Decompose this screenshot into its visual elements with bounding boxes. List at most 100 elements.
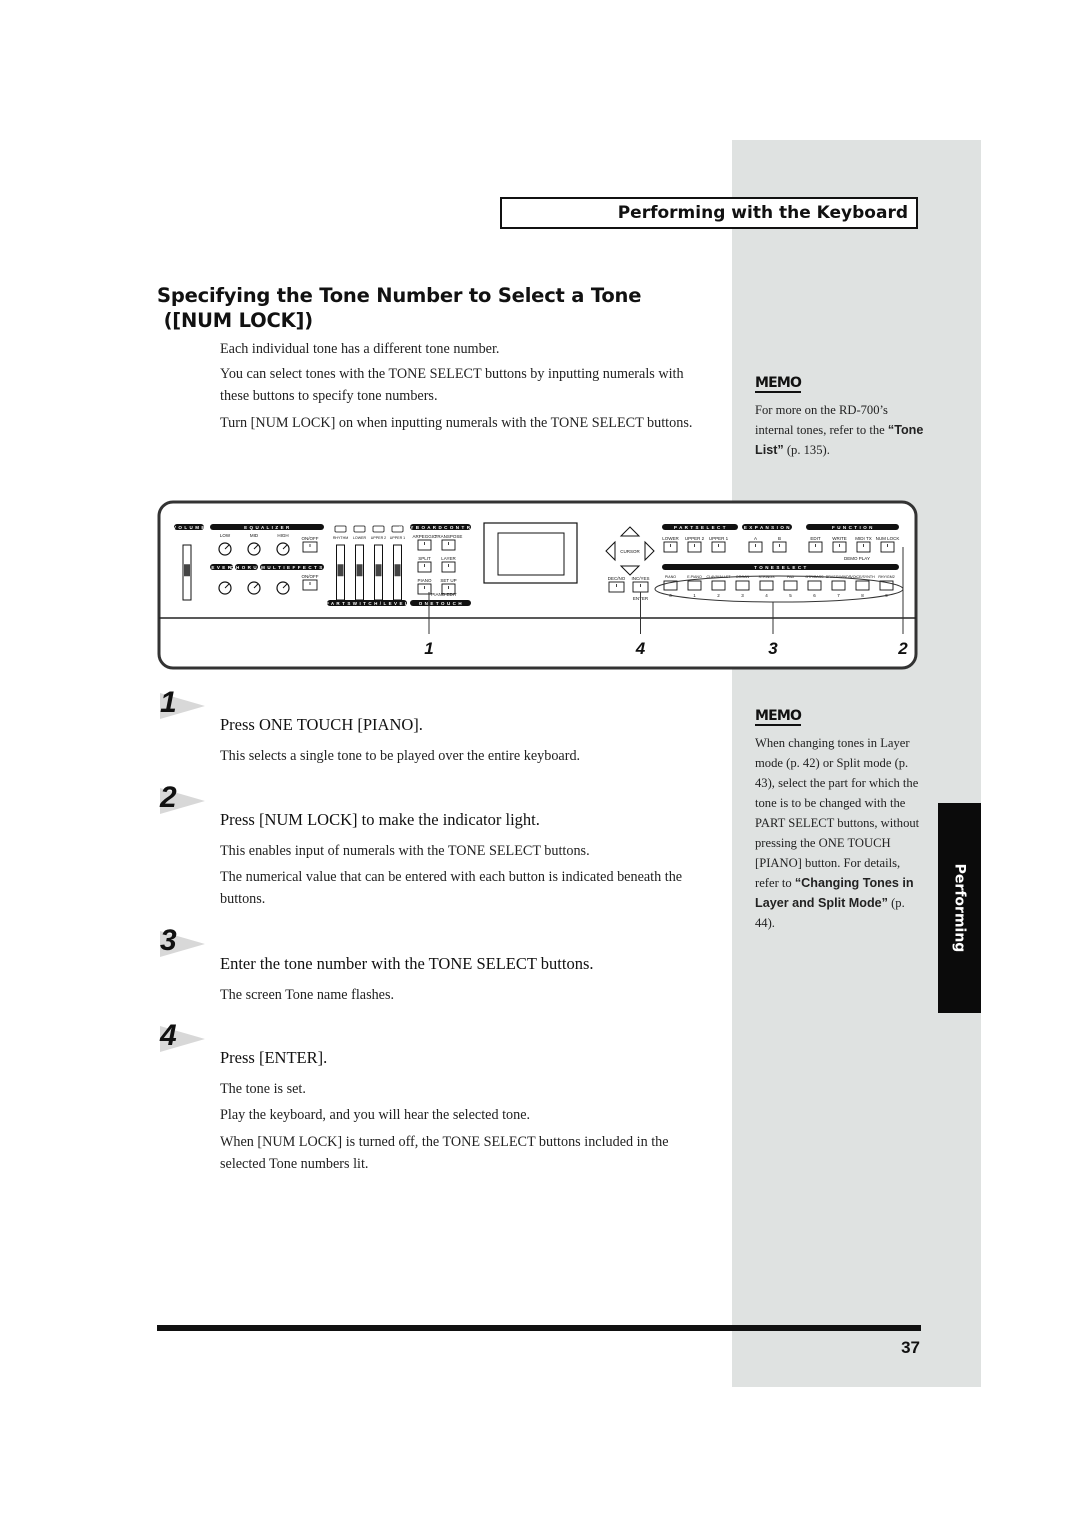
step-4-body-1: The tone is set. <box>220 1081 306 1097</box>
keyboard-control-header-label: K E Y B O A R D C O N T R O L <box>399 525 481 530</box>
part-level-slider-1-cap <box>356 564 363 577</box>
eq-knob-label-mid: MID <box>250 533 259 538</box>
part-select-button-1-label: UPPER 2 <box>685 536 705 541</box>
tone-select-button-5 <box>783 580 798 591</box>
part-switch-label-0: RHYTHM <box>333 536 348 540</box>
step-1-body: This selects a single tone to be played … <box>220 748 581 764</box>
part-level-slider-2-cap <box>375 564 382 577</box>
page-number: 37 <box>901 1338 920 1357</box>
kc-button-arpeggio-label: ARPEGGIO <box>412 534 437 539</box>
page-title-line2: ([NUM LOCK]) <box>163 309 314 332</box>
part-switch-level-header-label: P A R T S W I T C H / L E V E L <box>326 601 409 606</box>
cursor-label: CURSOR <box>620 549 640 554</box>
kc-button-split-label: SPLIT <box>418 556 431 561</box>
tone-select-button-2 <box>711 580 726 591</box>
expansion-button-a-label: A <box>754 536 757 541</box>
step-1-number: 1 <box>160 686 177 719</box>
step-2-number: 2 <box>160 781 177 814</box>
intro-paragraph-2: You can select tones with the TONE SELEC… <box>220 366 684 404</box>
step-2-body-1: This enables input of numerals with the … <box>220 843 590 859</box>
eq-on-off-button-label: ON/OFF <box>302 536 319 541</box>
piano-edit-label: PIANO EDIT <box>431 592 457 597</box>
step-2-body-2: The numerical value that can be entered … <box>220 869 683 907</box>
memo-icon: MEMO <box>755 375 802 393</box>
step-2-heading: Press [NUM LOCK] to make the indicator l… <box>220 810 540 829</box>
part-switch-label-3: UPPER 1 <box>390 536 405 540</box>
part-switch-0 <box>334 525 347 533</box>
function-button-write-label: WRITE <box>832 536 847 541</box>
memo-2-text: When changing tones in Layer mode (p. 42… <box>755 733 920 933</box>
step-4-body-3: When [NUM LOCK] is turned off, the TONE … <box>220 1134 669 1172</box>
memo-label: MEMO <box>755 708 802 726</box>
expansion-button-b-label: B <box>778 536 781 541</box>
equalizer-header-label: E Q U A L I Z E R <box>244 525 290 530</box>
effect-header-1-label: C H O R U S <box>230 565 262 570</box>
one-touch-header-label: O N E T O U C H <box>419 601 463 606</box>
function-button-midi-tx-label: MIDI TX <box>855 536 871 541</box>
tone-select-button-8 <box>855 580 870 591</box>
step-3-heading: Enter the tone number with the TONE SELE… <box>220 954 594 973</box>
part-switch-1 <box>353 525 366 533</box>
step-4-number: 4 <box>160 1019 177 1052</box>
part-level-slider-0-cap <box>337 564 344 577</box>
tone-select-button-3 <box>735 580 750 591</box>
page-title-line1: Specifying the Tone Number to Select a T… <box>157 284 642 307</box>
footer-rule <box>157 1325 921 1331</box>
page-title: Specifying the Tone Number to Select a T… <box>157 283 641 333</box>
step-1-heading: Press ONE TOUCH [PIANO]. <box>220 715 423 734</box>
callout-number-4: 4 <box>635 639 646 658</box>
kc-button-set-up-label: SET UP <box>440 578 456 583</box>
callout-number-3: 3 <box>768 639 778 658</box>
memo-1-text: For more on the RD-700’s internal tones,… <box>755 400 925 460</box>
memo-label: MEMO <box>755 375 802 393</box>
lcd-display-screen <box>497 532 565 576</box>
kc-button-piano-label: PIANO <box>417 578 432 583</box>
tone-select-button-7 <box>831 580 846 591</box>
memo-icon: MEMO <box>755 708 802 726</box>
memo-1-page-ref: (p. 135). <box>783 443 830 457</box>
part-select-button-2-label: UPPER 1 <box>709 536 729 541</box>
section-header: Performing with the Keyboard <box>500 197 918 229</box>
part-level-slider-3-cap <box>394 564 401 577</box>
tone-button-label-9: RHY/GM2 <box>878 575 894 579</box>
step-4-heading: Press [ENTER]. <box>220 1048 328 1067</box>
tone-select-button-1 <box>687 580 702 591</box>
part-select-button-0-label: LOWER <box>662 536 679 541</box>
memo-2-body: When changing tones in Layer mode (p. 42… <box>755 736 920 890</box>
effect-header-2-label: M U L T I E F F E C T S <box>261 565 323 570</box>
function-button-num-lock-label: NUM LOCK <box>876 536 900 541</box>
part-switch-label-1: LOWER <box>353 536 367 540</box>
tone-button-label-0: PIANO <box>665 575 676 579</box>
part-switch-label-2: UPPER 2 <box>371 536 386 540</box>
tone-select-header-label: T O N E S E L E C T <box>754 565 807 570</box>
callout-number-1: 1 <box>424 639 433 658</box>
volume-header-label: V O L U M E <box>173 525 205 530</box>
memo-1-body: For more on the RD-700’s internal tones,… <box>755 403 888 437</box>
dec-no-button-label: DEC/NO <box>608 576 626 581</box>
volume-slider-cap <box>184 564 190 577</box>
eq-knob-label-low: LOW <box>220 533 231 538</box>
function-button-edit-label: EDIT <box>810 536 821 541</box>
inc-yes-button-label: INC/YES <box>631 576 649 581</box>
part-select-header-label: P A R T S E L E C T <box>674 525 726 530</box>
chapter-tab[interactable]: Performing <box>938 803 981 1013</box>
part-switch-2 <box>372 525 385 533</box>
kc-button-transpose-label: TRANSPOSE <box>435 534 463 539</box>
step-3-number: 3 <box>160 924 177 957</box>
chapter-tab-label: Performing <box>951 863 968 953</box>
step-3-body: The screen Tone name flashes. <box>220 987 395 1003</box>
intro-paragraph-1: Each individual tone has a different ton… <box>220 341 500 357</box>
effects-on-off-button-label: ON/OFF <box>302 574 319 579</box>
section-header-title: Performing with the Keyboard <box>617 203 908 223</box>
expansion-header-label: E X P A N S I O N <box>744 525 790 530</box>
tone-select-button-4 <box>759 580 774 591</box>
kc-button-layer-label: LAYER <box>441 556 456 561</box>
tone-button-label-1: E.PIANO <box>687 575 702 579</box>
tone-select-button-6 <box>807 580 822 591</box>
demo-play-label: DEMO PLAY <box>844 556 870 561</box>
rd700-panel-illustration: V O L U M E E Q U A L I Z E R LOW MID HIGH ON… <box>157 500 918 672</box>
callout-number-2: 2 <box>897 639 908 658</box>
intro-paragraph-3: Turn [NUM LOCK] on when inputting numera… <box>220 415 693 431</box>
eq-knob-label-high: HIGH <box>277 533 288 538</box>
function-header-label: F U N C T I O N <box>832 525 873 530</box>
